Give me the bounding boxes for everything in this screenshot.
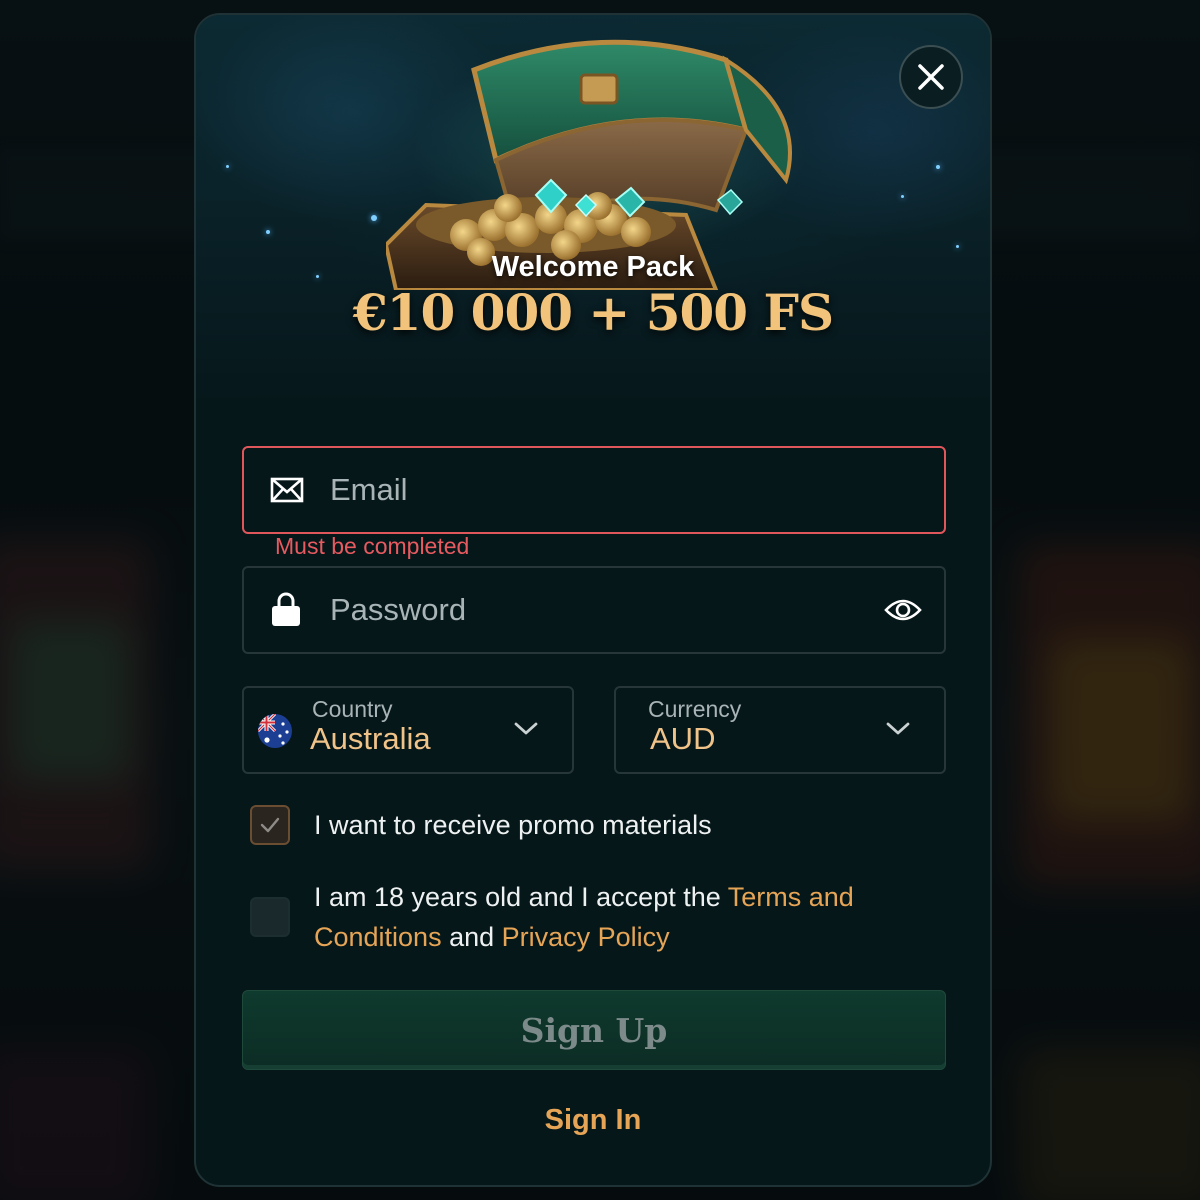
welcome-pack-amount: €10 000 + 500 FS	[352, 283, 834, 342]
terms-text-mid: and	[441, 922, 502, 952]
close-button[interactable]	[899, 45, 963, 109]
chevron-down-icon	[886, 722, 910, 736]
eye-icon[interactable]	[884, 597, 922, 623]
lock-icon	[270, 592, 302, 628]
privacy-policy-link[interactable]: Privacy Policy	[502, 922, 670, 952]
sign-up-button[interactable]: Sign Up	[242, 990, 946, 1070]
currency-select[interactable]: Currency AUD	[614, 686, 946, 774]
signup-modal: Welcome Pack €10 000 + 500 FS Must be co…	[194, 13, 992, 1187]
sign-in-link[interactable]: Sign In	[196, 1104, 990, 1137]
terms-checkbox-row: I am 18 years old and I accept the Terms…	[250, 877, 934, 957]
welcome-banner: Welcome Pack €10 000 + 500 FS	[196, 15, 990, 405]
terms-checkbox[interactable]	[250, 897, 290, 937]
email-error-message: Must be completed	[275, 533, 470, 559]
terms-label: I am 18 years old and I accept the Terms…	[314, 877, 934, 957]
envelope-icon	[270, 477, 304, 503]
email-field[interactable]	[242, 446, 946, 534]
close-icon	[918, 64, 944, 90]
promo-checkbox-row: I want to receive promo materials	[250, 805, 712, 845]
currency-label: Currency	[648, 696, 742, 722]
password-field[interactable]	[242, 566, 946, 654]
checkmark-icon	[260, 817, 280, 833]
australia-flag-icon	[258, 714, 292, 748]
promo-checkbox[interactable]	[250, 805, 290, 845]
chevron-down-icon	[514, 722, 538, 736]
country-value: Australia	[310, 721, 431, 756]
welcome-pack-subtitle: Welcome Pack	[491, 251, 695, 283]
email-input[interactable]	[330, 448, 850, 532]
currency-value: AUD	[650, 721, 716, 756]
promo-label: I want to receive promo materials	[314, 810, 712, 840]
terms-text-before: I am 18 years old and I accept the	[314, 882, 728, 912]
country-select[interactable]: Country Australia	[242, 686, 574, 774]
password-input[interactable]	[330, 568, 850, 652]
country-label: Country	[312, 696, 393, 722]
